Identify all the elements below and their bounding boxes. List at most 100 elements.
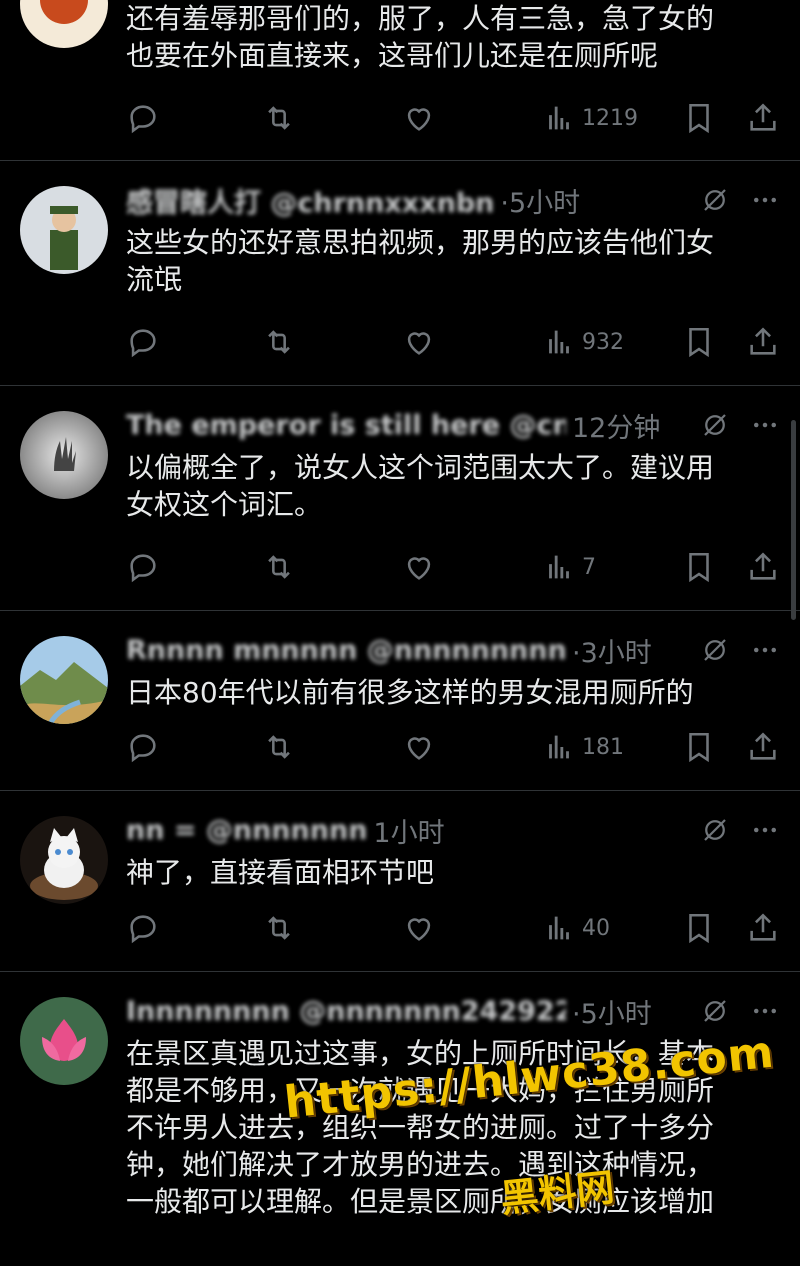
- more-icon[interactable]: [750, 410, 780, 440]
- comment-line: 日本80年代以前有很多这样的男女混用厕所的: [126, 676, 694, 709]
- retweet-button[interactable]: [262, 547, 296, 587]
- scrollbar[interactable]: [791, 420, 796, 620]
- avatar[interactable]: [20, 411, 108, 499]
- comment-post[interactable]: 还有羞辱那哥们的，服了，人有三急，急了女的 也要在外面直接来，这哥们儿还是在厕所…: [0, 0, 800, 161]
- views-count: 40: [582, 915, 610, 941]
- views-button[interactable]: 1219: [542, 98, 638, 138]
- share-button[interactable]: [746, 98, 780, 138]
- avatar[interactable]: [20, 186, 108, 274]
- comment-post[interactable]: nn = @nnnnnnn 1小时 神了，直接看面相环节吧 40: [0, 790, 800, 972]
- views-icon: [549, 735, 569, 759]
- avatar[interactable]: [20, 997, 108, 1085]
- comment-line: 以偏概全了，说女人这个词范围太大了。建议用: [126, 451, 715, 484]
- action-bar: 7: [126, 547, 782, 587]
- share-icon: [750, 913, 776, 941]
- comment-line: 钟，她们解决了才放男的进去。遇到这种情况，: [126, 1148, 715, 1181]
- comment-post[interactable]: Rnnnn mnnnnn @nnnnnnnnnnnn ·3小时 日本80年代以前…: [0, 610, 800, 791]
- reply-button[interactable]: [126, 908, 160, 948]
- reply-icon: [130, 329, 156, 358]
- grok-icon[interactable]: [700, 410, 730, 440]
- user-name[interactable]: Rnnnn mnnnnn @nnnnnnnnnnnn: [126, 635, 566, 666]
- comment-post[interactable]: 感冒瞎人打 @chrnnxxxnbn ·5小时 这些女的还好意思拍视频，那男的应…: [0, 160, 800, 386]
- like-button[interactable]: [402, 908, 436, 948]
- bookmark-button[interactable]: [682, 322, 716, 362]
- retweet-button[interactable]: [262, 908, 296, 948]
- user-name[interactable]: 感冒瞎人打 @chrnnxxxnbn: [126, 181, 494, 220]
- reply-icon: [130, 734, 156, 763]
- comment-header: Innnnnnnn @nnnnnnn2429229 ·5小时: [126, 991, 780, 1031]
- bookmark-icon: [689, 327, 709, 358]
- views-button[interactable]: 932: [542, 322, 624, 362]
- comment-text: 以偏概全了，说女人这个词范围太大了。建议用 女权这个词汇。: [126, 449, 778, 523]
- share-button[interactable]: [746, 547, 780, 587]
- comment-post[interactable]: Innnnnnnn @nnnnnnn2429229 ·5小时 在景区真遇见过这事…: [0, 971, 800, 1266]
- reply-button[interactable]: [126, 98, 160, 138]
- like-icon: [407, 332, 431, 355]
- comment-line: 不许男人进去，组织一帮女的进厕。过了十多分: [126, 1111, 715, 1144]
- share-button[interactable]: [746, 908, 780, 948]
- views-button[interactable]: 7: [542, 547, 596, 587]
- reply-button[interactable]: [126, 547, 160, 587]
- bookmark-icon: [689, 552, 709, 583]
- timestamp[interactable]: 1小时: [373, 811, 444, 850]
- like-icon: [407, 108, 431, 131]
- user-name[interactable]: nn = @nnnnnnn: [126, 815, 367, 846]
- timestamp[interactable]: ·5小时: [500, 181, 580, 220]
- user-name[interactable]: The emperor is still here @cnnnnn: [126, 410, 566, 441]
- views-icon: [549, 106, 569, 130]
- user-name[interactable]: Innnnnnnn @nnnnnnn2429229: [126, 996, 566, 1027]
- action-bar: 40: [126, 908, 782, 948]
- comment-post[interactable]: The emperor is still here @cnnnnn 12分钟 以…: [0, 385, 800, 611]
- reply-icon: [130, 915, 156, 944]
- reply-button[interactable]: [126, 727, 160, 767]
- avatar[interactable]: [20, 816, 108, 904]
- like-button[interactable]: [402, 98, 436, 138]
- timestamp[interactable]: ·5小时: [572, 992, 652, 1031]
- more-icon[interactable]: [750, 815, 780, 845]
- more-icon[interactable]: [750, 996, 780, 1026]
- retweet-button[interactable]: [262, 98, 296, 138]
- retweet-icon: [268, 555, 290, 579]
- reply-button[interactable]: [126, 322, 160, 362]
- grok-icon[interactable]: [700, 185, 730, 215]
- like-icon: [407, 557, 431, 580]
- bookmark-icon: [689, 103, 709, 134]
- bookmark-button[interactable]: [682, 727, 716, 767]
- more-icon[interactable]: [750, 185, 780, 215]
- like-button[interactable]: [402, 727, 436, 767]
- grok-icon[interactable]: [700, 996, 730, 1026]
- share-button[interactable]: [746, 322, 780, 362]
- comment-header: 感冒瞎人打 @chrnnxxxnbn ·5小时: [126, 180, 780, 220]
- grok-icon[interactable]: [700, 635, 730, 665]
- like-icon: [407, 737, 431, 760]
- comment-text: 还有羞辱那哥们的，服了，人有三急，急了女的 也要在外面直接来，这哥们儿还是在厕所…: [126, 0, 778, 74]
- views-icon: [549, 555, 569, 579]
- retweet-button[interactable]: [262, 727, 296, 767]
- avatar[interactable]: [20, 636, 108, 724]
- retweet-button[interactable]: [262, 322, 296, 362]
- timestamp[interactable]: 12分钟: [572, 406, 660, 445]
- bookmark-button[interactable]: [682, 547, 716, 587]
- views-icon: [549, 330, 569, 354]
- bookmark-button[interactable]: [682, 98, 716, 138]
- retweet-icon: [268, 330, 290, 354]
- like-button[interactable]: [402, 547, 436, 587]
- views-button[interactable]: 181: [542, 727, 624, 767]
- grok-icon[interactable]: [700, 815, 730, 845]
- avatar[interactable]: [20, 0, 108, 48]
- comment-text: 日本80年代以前有很多这样的男女混用厕所的: [126, 674, 778, 711]
- more-icon[interactable]: [750, 635, 780, 665]
- views-button[interactable]: 40: [542, 908, 610, 948]
- bookmark-icon: [689, 732, 709, 763]
- reply-icon: [130, 105, 156, 134]
- comment-text: 这些女的还好意思拍视频，那男的应该告他们女 流氓: [126, 224, 778, 298]
- share-button[interactable]: [746, 727, 780, 767]
- comment-header: The emperor is still here @cnnnnn 12分钟: [126, 405, 780, 445]
- retweet-icon: [268, 916, 290, 940]
- timestamp[interactable]: ·3小时: [572, 631, 652, 670]
- like-icon: [407, 918, 431, 941]
- comment-text: 神了，直接看面相环节吧: [126, 854, 778, 891]
- like-button[interactable]: [402, 322, 436, 362]
- comment-line: 也要在外面直接来，这哥们儿还是在厕所呢: [126, 39, 659, 72]
- bookmark-button[interactable]: [682, 908, 716, 948]
